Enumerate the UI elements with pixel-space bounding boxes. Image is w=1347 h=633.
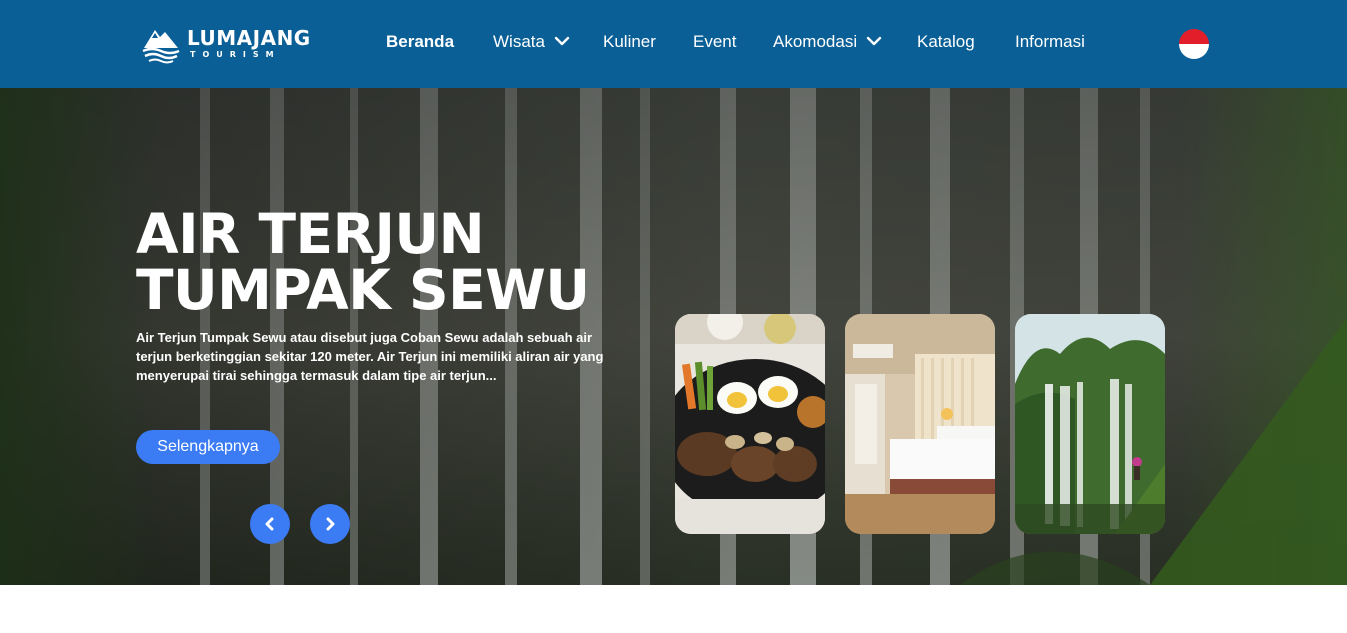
nav-item-label: Akomodasi <box>773 32 858 51</box>
nav-item-kuliner[interactable]: Kuliner <box>603 32 656 56</box>
nav-item-akomodasi[interactable]: Akomodasi <box>773 32 882 56</box>
hero-banner: AIR TERJUN TUMPAK SEWU Air Terjun Tumpak… <box>0 88 1347 585</box>
wisata-card[interactable] <box>1015 314 1165 534</box>
chevron-down-icon <box>866 36 882 46</box>
flag-white-stripe <box>1179 44 1209 59</box>
prev-slide-button[interactable] <box>250 504 290 544</box>
nav-item-label: Event <box>693 32 737 51</box>
chevron-right-icon <box>326 517 335 531</box>
chevron-down-icon <box>554 36 569 46</box>
nav-item-beranda[interactable]: Beranda <box>386 32 454 56</box>
brand-tagline: TOURISM <box>190 50 281 59</box>
chevron-left-icon <box>265 517 274 531</box>
nav-item-label: Wisata <box>493 32 545 51</box>
nav-item-label: Beranda <box>386 32 455 51</box>
hero-title: AIR TERJUN TUMPAK SEWU <box>136 202 590 322</box>
waterfall-image <box>1015 314 1165 534</box>
mountain-waves-logo-icon <box>142 30 180 64</box>
nav-item-label: Informasi <box>1015 32 1085 51</box>
nav-item-event[interactable]: Event <box>693 32 736 56</box>
brand-name: LUMAJANG <box>187 26 311 50</box>
nav-item-wisata[interactable]: Wisata <box>493 32 570 56</box>
top-navbar: LUMAJANG TOURISM Beranda Wisata Kuliner … <box>0 0 1347 88</box>
food-plate-image <box>675 314 825 534</box>
site-logo[interactable]: LUMAJANG TOURISM <box>140 22 310 64</box>
nav-item-label: Katalog <box>917 32 975 51</box>
flag-red-stripe <box>1179 29 1209 44</box>
hotel-room-image <box>845 314 995 534</box>
nav-item-informasi[interactable]: Informasi <box>1015 32 1085 56</box>
next-slide-button[interactable] <box>310 504 350 544</box>
selengkapnya-button[interactable]: Selengkapnya <box>136 430 280 464</box>
akomodasi-card[interactable] <box>845 314 995 534</box>
nav-item-katalog[interactable]: Katalog <box>917 32 975 56</box>
kuliner-card[interactable] <box>675 314 825 534</box>
nav-item-label: Kuliner <box>603 32 656 51</box>
indonesia-flag-icon[interactable] <box>1179 29 1209 59</box>
hero-description: Air Terjun Tumpak Sewu atau disebut juga… <box>136 330 604 383</box>
